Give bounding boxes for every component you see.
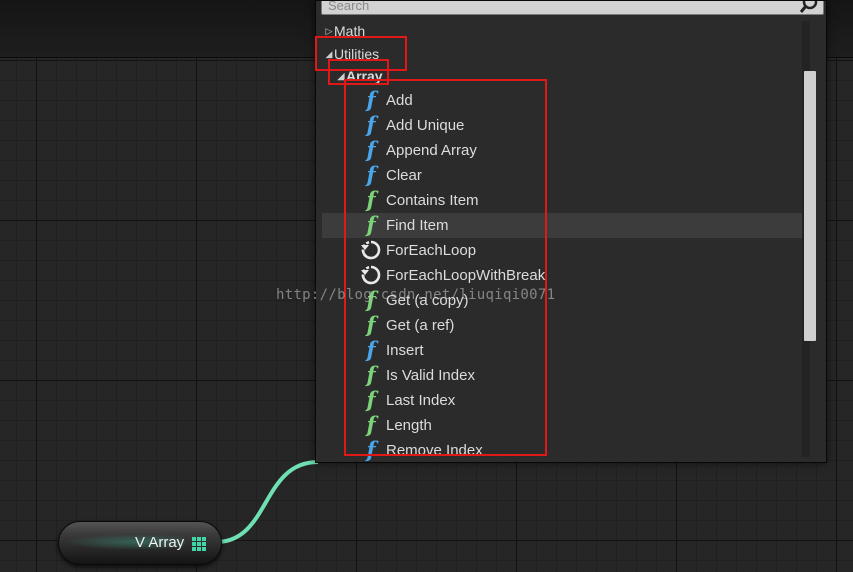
list-item-label: Find Item (386, 217, 449, 234)
category-math-label: Math (334, 23, 366, 39)
list-item[interactable]: f Add (322, 88, 802, 113)
list-item[interactable]: f Insert (322, 338, 802, 363)
category-utilities-label: Utilities (334, 46, 380, 62)
category-utilities[interactable]: ◢ Utilities (324, 44, 380, 64)
expand-arrow-icon[interactable]: ▷ (324, 21, 334, 41)
array-variable-node[interactable]: V Array (58, 521, 222, 565)
list-item-label: ForEachLoopWithBreak (386, 267, 546, 284)
collapse-arrow-icon[interactable]: ◢ (336, 66, 346, 86)
function-icon: f (366, 187, 376, 212)
search-icon[interactable] (799, 0, 819, 14)
macro-icon (360, 239, 382, 261)
list-item-label: Clear (386, 167, 422, 184)
list-item-label: Append Array (386, 142, 477, 159)
list-item[interactable]: f Get (a ref) (322, 313, 802, 338)
search-box[interactable] (321, 0, 824, 15)
list-item[interactable]: f Remove Index (322, 437, 802, 462)
list-item[interactable]: f Find Item (322, 213, 802, 238)
list-item-label: Add (386, 92, 413, 109)
list-item[interactable]: f Add Unique (322, 113, 802, 138)
list-item[interactable]: ForEachLoop (322, 238, 802, 263)
function-icon: f (366, 337, 376, 362)
action-menu[interactable]: ▷Math ◢Utilities ◢Array fAddfAdd Uniquef… (315, 0, 827, 463)
list-item[interactable]: ForEachLoopWithBreak (322, 263, 802, 288)
function-icon: f (366, 412, 376, 437)
list-item[interactable]: f Append Array (322, 138, 802, 163)
list-item-label: Length (386, 417, 432, 434)
list-item-label: ForEachLoop (386, 242, 477, 259)
function-icon: f (366, 212, 376, 237)
function-icon: f (366, 112, 376, 137)
function-icon: f (366, 137, 376, 162)
watermark: http://blog.csdn.net/liuqiqi0071 (276, 287, 556, 303)
function-icon: f (366, 162, 376, 187)
function-icon: f (366, 437, 376, 462)
search-input[interactable] (328, 1, 788, 15)
list-item-label: Get (a ref) (386, 317, 455, 334)
category-array[interactable]: ◢ Array (336, 66, 383, 86)
node-label: V Array (135, 534, 185, 551)
list-item-label: Is Valid Index (386, 367, 475, 384)
macro-icon (360, 264, 382, 286)
scrollbar-thumb[interactable] (804, 71, 816, 341)
collapse-arrow-icon[interactable]: ◢ (324, 44, 334, 64)
category-array-label: Array (346, 68, 383, 84)
list-item[interactable]: f Is Valid Index (322, 363, 802, 388)
function-icon: f (366, 362, 376, 387)
list-item-label: Insert (386, 342, 424, 359)
function-icon: f (366, 387, 376, 412)
list-item[interactable]: f Contains Item (322, 188, 802, 213)
list-item-label: Add Unique (386, 117, 465, 134)
list-item[interactable]: f Clear (322, 163, 802, 188)
list-item-label: Remove Index (386, 442, 483, 459)
list-item-label: Last Index (386, 392, 456, 409)
function-icon: f (366, 87, 376, 112)
array-pin-icon[interactable] (192, 537, 206, 551)
list-item-label: Contains Item (386, 192, 479, 209)
category-math[interactable]: ▷ Math (324, 21, 366, 41)
list-item[interactable]: f Length (322, 413, 802, 438)
function-icon: f (366, 312, 376, 337)
list-item[interactable]: f Last Index (322, 388, 802, 413)
